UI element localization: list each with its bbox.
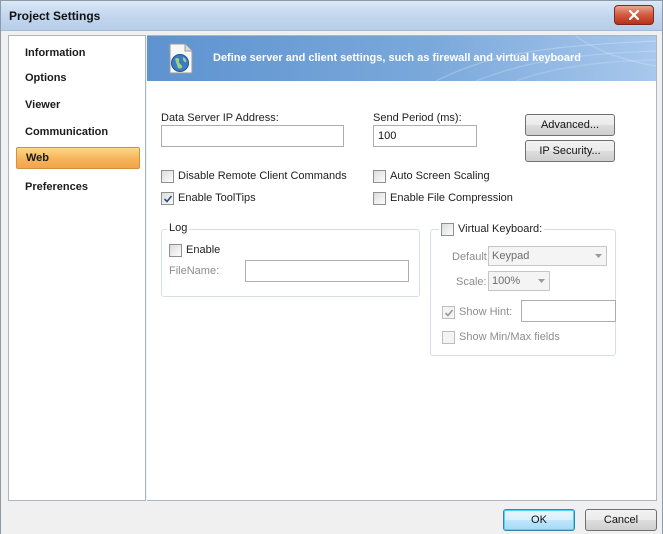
virtual-keyboard-checkbox[interactable]: Virtual Keyboard:: [439, 222, 545, 236]
show-hint-label: Show Hint:: [459, 306, 513, 318]
dialog-footer: OK Cancel: [1, 501, 662, 534]
show-hint-checkbox[interactable]: Show Hint:: [442, 305, 512, 319]
data-server-ip-input[interactable]: [161, 125, 344, 147]
auto-screen-scaling-label: Auto Screen Scaling: [390, 170, 490, 182]
default-label: Default:: [452, 251, 490, 263]
enable-tooltips-checkbox[interactable]: Enable ToolTips: [161, 191, 256, 205]
sidebar-item-viewer[interactable]: Viewer: [16, 94, 140, 116]
sidebar: Information Options Viewer Communication…: [8, 35, 146, 501]
default-select-value: Keypad: [492, 250, 530, 262]
scale-label: Scale:: [456, 276, 487, 288]
project-settings-window: Project Settings Information Options Vie…: [0, 0, 663, 534]
ok-button[interactable]: OK: [503, 509, 575, 531]
enable-file-compression-checkbox[interactable]: Enable File Compression: [373, 191, 513, 205]
filename-label: FileName:: [169, 265, 220, 277]
banner-description: Define server and client settings, such …: [213, 52, 582, 64]
sidebar-item-information[interactable]: Information: [16, 42, 140, 64]
web-settings-panel: Define server and client settings, such …: [147, 35, 657, 501]
checkbox-box[interactable]: [373, 169, 386, 183]
checkmark-icon: [163, 194, 173, 203]
close-icon: [629, 10, 639, 20]
checkbox-box[interactable]: [373, 191, 386, 205]
close-button[interactable]: [614, 5, 654, 25]
sidebar-item-preferences[interactable]: Preferences: [16, 176, 140, 198]
window-title: Project Settings: [9, 9, 101, 23]
send-period-input[interactable]: 100: [373, 125, 477, 147]
sidebar-item-web[interactable]: Web: [16, 147, 140, 169]
ip-security-button[interactable]: IP Security...: [525, 140, 615, 162]
title-bar[interactable]: Project Settings: [1, 1, 662, 31]
checkbox-box[interactable]: [161, 169, 174, 183]
enable-file-compression-label: Enable File Compression: [390, 192, 513, 204]
log-enable-label: Enable: [186, 244, 221, 256]
disable-remote-client-commands-checkbox[interactable]: Disable Remote Client Commands: [161, 169, 347, 183]
data-server-ip-label: Data Server IP Address:: [161, 112, 279, 124]
virtual-keyboard-label: Virtual Keyboard:: [458, 223, 543, 235]
show-hint-input[interactable]: [521, 300, 616, 322]
checkbox-box[interactable]: [442, 330, 455, 344]
default-select[interactable]: Keypad: [488, 246, 607, 266]
enable-tooltips-label: Enable ToolTips: [178, 192, 256, 204]
filename-input[interactable]: [245, 260, 409, 282]
disable-remote-client-commands-label: Disable Remote Client Commands: [178, 170, 347, 182]
show-minmax-checkbox[interactable]: Show Min/Max fields: [442, 330, 560, 344]
chevron-down-icon: [538, 279, 545, 283]
checkbox-box[interactable]: [161, 191, 174, 205]
checkmark-icon: [444, 308, 454, 317]
send-period-label: Send Period (ms):: [373, 112, 462, 124]
checkbox-box[interactable]: [169, 243, 182, 257]
log-enable-checkbox[interactable]: Enable: [169, 243, 220, 257]
scale-select-value: 100%: [492, 275, 521, 287]
globe-document-icon: [169, 43, 193, 74]
auto-screen-scaling-checkbox[interactable]: Auto Screen Scaling: [373, 169, 490, 183]
show-minmax-label: Show Min/Max fields: [459, 331, 560, 343]
checkbox-box[interactable]: [442, 305, 455, 319]
header-banner: Define server and client settings, such …: [147, 36, 656, 81]
checkbox-box[interactable]: [441, 222, 454, 236]
cancel-button[interactable]: Cancel: [585, 509, 657, 531]
sidebar-item-communication[interactable]: Communication: [16, 121, 140, 143]
sidebar-item-options[interactable]: Options: [16, 67, 140, 89]
log-group-title: Log: [167, 222, 190, 234]
scale-select[interactable]: 100%: [488, 271, 550, 291]
chevron-down-icon: [595, 254, 602, 258]
advanced-button[interactable]: Advanced...: [525, 114, 615, 136]
